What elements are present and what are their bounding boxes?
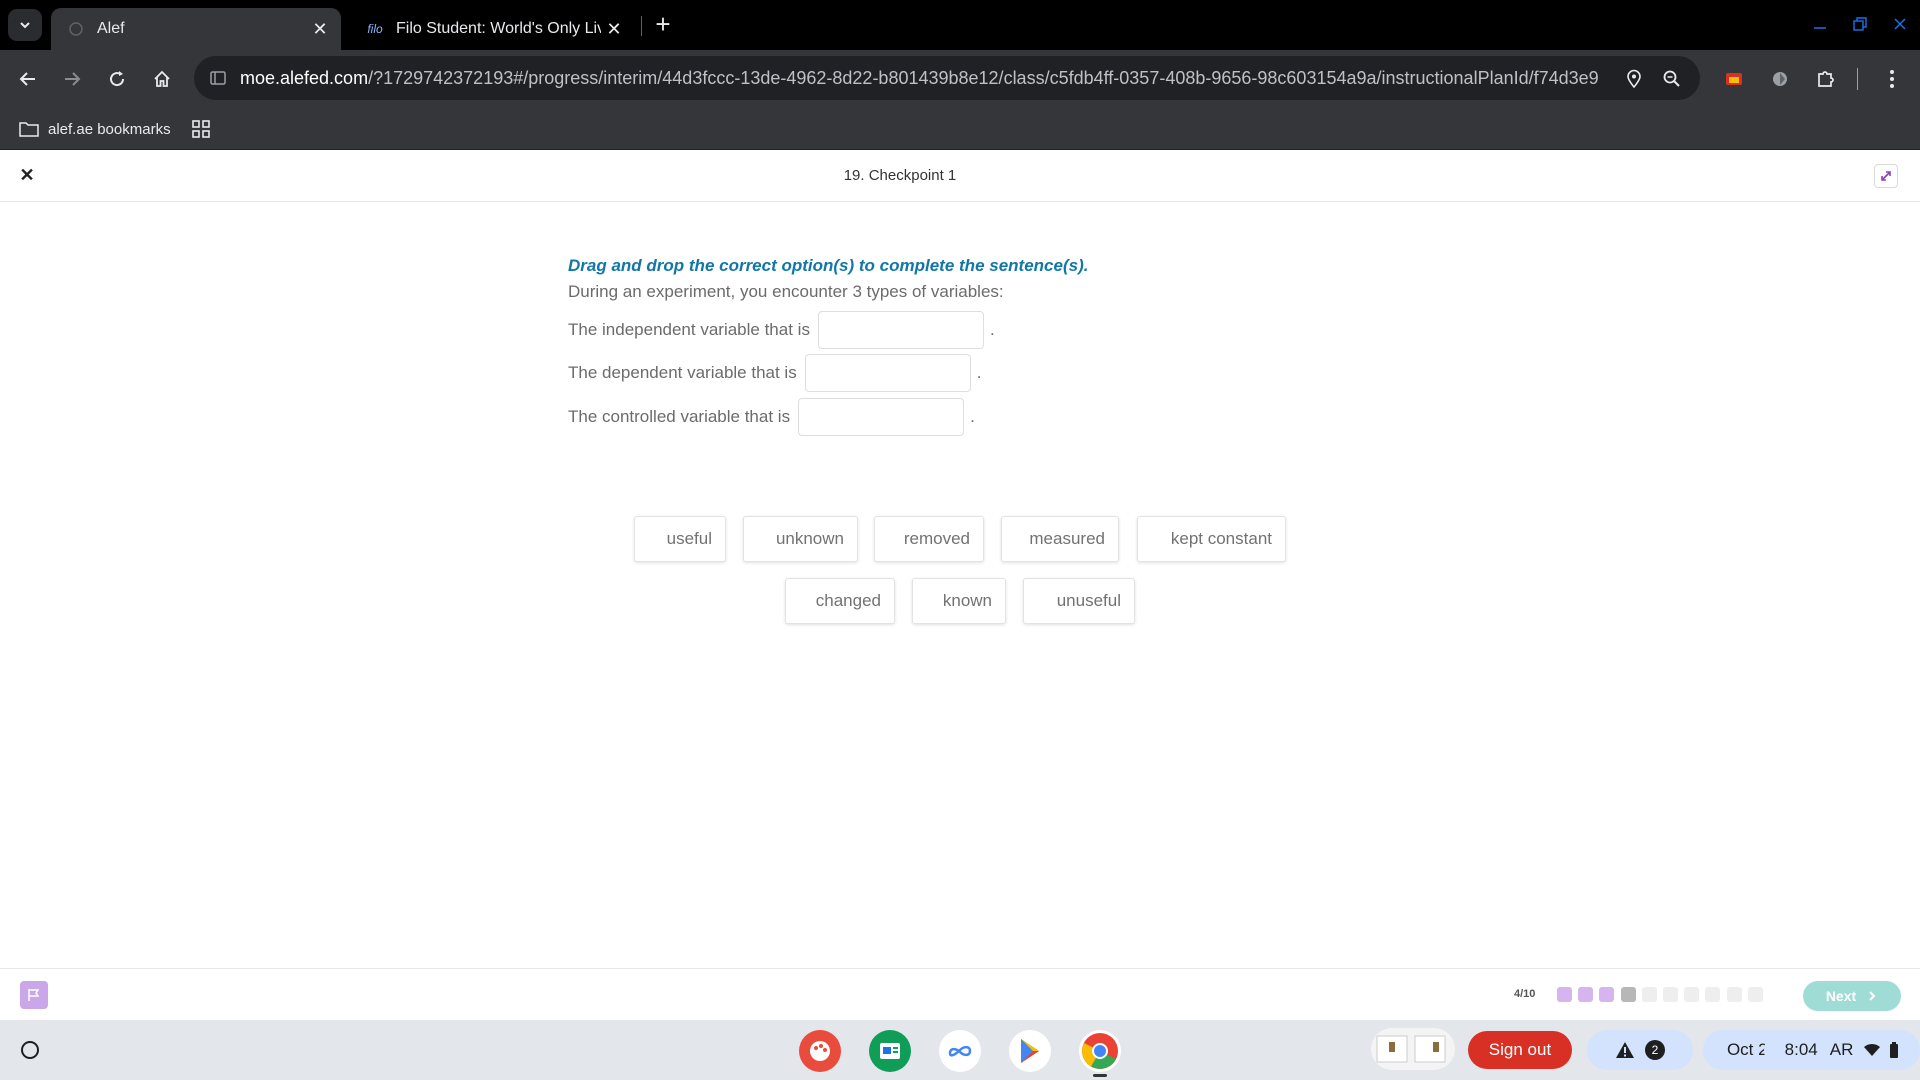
page-title: 19. Checkpoint 1 — [843, 167, 957, 184]
location-icon[interactable] — [1622, 67, 1646, 91]
warning-icon — [1616, 1042, 1634, 1058]
sentence-independent: The independent variable that is . — [568, 311, 995, 349]
sentence-text: The independent variable that is — [568, 320, 810, 339]
progress-dot[interactable] — [1557, 987, 1572, 1002]
sentence-period: . — [989, 320, 995, 339]
option-changed[interactable]: changed — [785, 578, 895, 624]
extension-shield-icon[interactable] — [1766, 65, 1794, 93]
progress-dot[interactable] — [1663, 987, 1678, 1002]
close-tab-icon[interactable]: ✕ — [601, 16, 627, 42]
sign-out-button[interactable]: Sign out — [1468, 1031, 1572, 1069]
status-tray[interactable]: 8:04 AR — [1764, 1030, 1920, 1070]
reload-icon[interactable] — [101, 63, 133, 95]
option-useful[interactable]: useful — [634, 516, 726, 562]
tab-title: Alef — [97, 20, 125, 37]
flag-button[interactable] — [20, 981, 48, 1009]
sentence-text: The dependent variable that is — [568, 363, 797, 382]
bookmarks-bar: alef.ae bookmarks — [0, 108, 1920, 150]
sentence-dependent: The dependent variable that is . — [568, 354, 981, 392]
drop-zone-independent[interactable] — [817, 311, 984, 349]
url-text[interactable]: moe.alefed.com/?1729742372193#/progress/… — [240, 68, 1600, 89]
clock-time: 8:04 — [1784, 1040, 1818, 1059]
sentence-period: . — [970, 407, 975, 426]
tab-filo[interactable]: filo Filo Student: World's Only Live I ✕ — [350, 8, 635, 50]
apps-grid-icon[interactable] — [191, 116, 211, 142]
chrome-icon[interactable] — [1079, 1030, 1121, 1072]
minimize-icon[interactable] — [1805, 12, 1835, 36]
option-known[interactable]: known — [912, 578, 1006, 624]
restore-icon[interactable] — [1845, 12, 1875, 36]
fullscreen-button[interactable] — [1874, 164, 1898, 188]
bookmark-folder[interactable]: alef.ae bookmarks — [18, 116, 171, 142]
home-icon[interactable] — [146, 63, 178, 95]
browser-toolbar: moe.alefed.com/?1729742372193#/progress/… — [0, 50, 1920, 108]
question-instruction: Drag and drop the correct option(s) to c… — [568, 256, 1089, 275]
tab-divider — [641, 16, 642, 36]
sentence-text: The controlled variable that is — [568, 407, 791, 426]
filo-logo-icon: filo — [367, 22, 383, 36]
notifications-pill[interactable]: 2 — [1587, 1030, 1693, 1070]
next-button[interactable]: Next — [1803, 981, 1901, 1011]
extensions-puzzle-icon[interactable] — [1812, 65, 1840, 93]
progress-label: 4/10 — [1514, 988, 1536, 1000]
battery-icon — [1890, 1042, 1899, 1058]
cloud-sync-app-icon[interactable] — [939, 1030, 981, 1072]
alef-logo-icon — [65, 18, 87, 40]
lesson-footer: 4/10 Next — [0, 968, 1920, 1020]
tab-search-button[interactable] — [8, 9, 42, 41]
tab-alef[interactable]: Alef ✕ — [51, 8, 341, 50]
progress-dot[interactable] — [1599, 987, 1615, 1002]
site-info-icon[interactable] — [206, 66, 230, 90]
expand-icon — [1881, 171, 1891, 181]
option-unknown[interactable]: unknown — [743, 516, 858, 562]
option-measured[interactable]: measured — [1001, 516, 1119, 562]
notification-count: 2 — [1645, 1040, 1665, 1060]
forward-icon[interactable] — [56, 63, 88, 95]
active-app-indicator — [1093, 1074, 1107, 1077]
holding-space-thumbnail[interactable] — [1371, 1028, 1455, 1070]
chevron-right-icon — [1869, 991, 1876, 1001]
new-tab-button[interactable]: + — [650, 11, 676, 39]
address-bar[interactable]: moe.alefed.com/?1729742372193#/progress/… — [194, 56, 1700, 100]
progress-dot[interactable] — [1641, 987, 1657, 1002]
back-icon[interactable] — [12, 63, 44, 95]
classroom-app-icon[interactable] — [869, 1030, 911, 1072]
paint-app-icon[interactable] — [799, 1030, 841, 1072]
sentence-controlled: The controlled variable that is . — [568, 398, 975, 436]
progress-dot[interactable] — [1705, 987, 1721, 1002]
question-intro: During an experiment, you encounter 3 ty… — [568, 282, 1004, 301]
drop-zone-dependent[interactable] — [804, 354, 971, 392]
folder-icon — [19, 122, 39, 137]
ime-indicator: AR — [1829, 1040, 1854, 1059]
play-store-icon[interactable] — [1009, 1030, 1051, 1072]
close-tab-icon[interactable]: ✕ — [307, 16, 333, 42]
menu-kebab-icon[interactable] — [1878, 65, 1906, 93]
drop-zone-controlled[interactable] — [798, 398, 965, 436]
sentence-period: . — [976, 363, 982, 382]
zoom-icon[interactable] — [1660, 67, 1684, 91]
os-shelf: Sign out 2 Oct 24 8:04 AR — [0, 1020, 1920, 1080]
tab-strip: Alef ✕ filo Filo Student: World's Only L… — [0, 0, 1920, 50]
progress-dot[interactable] — [1620, 987, 1636, 1002]
close-window-icon[interactable] — [1885, 12, 1915, 36]
progress-dot[interactable] — [1578, 987, 1594, 1002]
launcher-icon[interactable] — [15, 1035, 45, 1065]
progress-dot[interactable] — [1726, 987, 1742, 1002]
option-unuseful[interactable]: unuseful — [1023, 578, 1135, 624]
extension-app-icon[interactable] — [1720, 65, 1748, 93]
tab-title: Filo Student: World's Only Live I — [396, 20, 601, 37]
progress-dot[interactable] — [1684, 987, 1700, 1002]
screenshot-thumbnail-icon — [1376, 1035, 1446, 1063]
progress-dot[interactable] — [1747, 987, 1763, 1002]
option-removed[interactable]: removed — [874, 516, 984, 562]
lesson-header: ✕ 19. Checkpoint 1 — [0, 150, 1920, 202]
chevron-down-icon — [20, 22, 30, 29]
wifi-icon — [1864, 1043, 1881, 1056]
toolbar-divider — [1857, 68, 1858, 90]
question-area: Drag and drop the correct option(s) to c… — [568, 256, 1368, 436]
bookmark-label: alef.ae bookmarks — [48, 120, 171, 138]
next-label: Next — [1825, 988, 1857, 1004]
option-kept-constant[interactable]: kept constant — [1137, 516, 1286, 562]
flag-icon — [28, 989, 40, 1001]
